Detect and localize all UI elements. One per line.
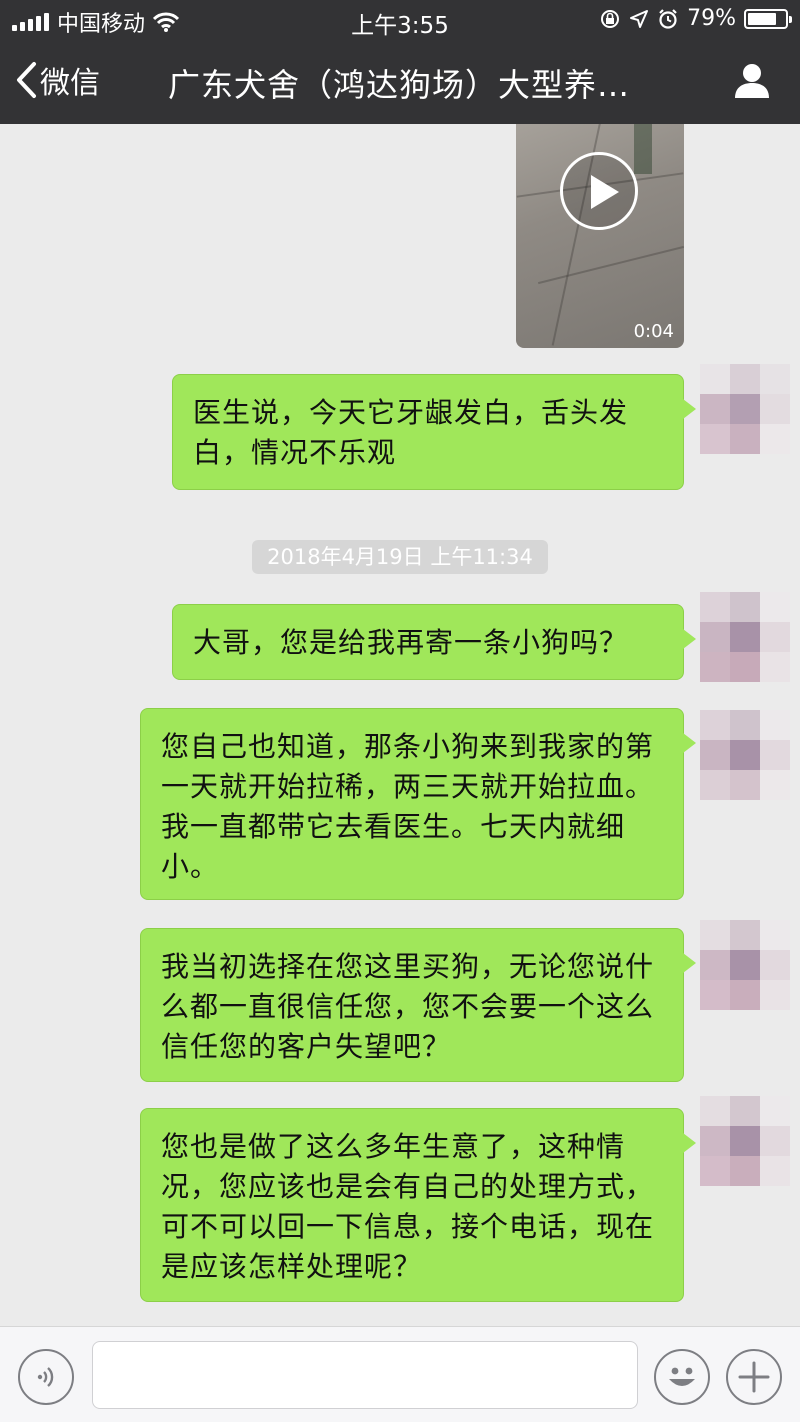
navigation-bar: 微信 广东犬舍（鸿达狗场）大型养…: [0, 40, 800, 124]
chevron-left-icon: [17, 62, 36, 98]
avatar: [700, 124, 792, 174]
back-label: 微信: [40, 66, 100, 101]
message-text: 您自己也知道，那条小狗来到我家的第一天就开始拉稀，两三天就开始拉血。我一直都带它…: [161, 730, 655, 883]
input-bar: [0, 1326, 800, 1422]
back-button[interactable]: 微信: [14, 58, 100, 102]
location-icon: [630, 9, 649, 28]
status-right: 79%: [599, 6, 792, 31]
emoji-button[interactable]: [654, 1349, 710, 1405]
avatar[interactable]: [700, 920, 792, 1030]
top-bar: 中国移动 上午3:55 79% 微信 广东犬舍（鸿达狗场）大型养…: [0, 0, 800, 124]
message-bubble[interactable]: 医生说，今天它牙龈发白，舌头发白，情况不乐观: [172, 374, 696, 490]
message-text: 医生说，今天它牙龈发白，舌头发白，情况不乐观: [193, 396, 629, 469]
battery-icon: [744, 8, 792, 29]
avatar[interactable]: [700, 364, 792, 474]
timestamp: 2018年4月19日 上午11:34: [252, 540, 548, 574]
more-button[interactable]: [726, 1349, 782, 1405]
battery-percent: 79%: [687, 6, 736, 31]
avatar[interactable]: [700, 592, 792, 702]
message-bubble[interactable]: 大哥，您是给我再寄一条小狗吗？: [172, 604, 696, 680]
person-icon: [735, 64, 769, 98]
message-input[interactable]: [92, 1341, 638, 1409]
message-bubble[interactable]: 您自己也知道，那条小狗来到我家的第一天就开始拉稀，两三天就开始拉血。我一直都带它…: [140, 708, 696, 900]
alarm-icon: [659, 8, 677, 29]
emoji-icon: [669, 1367, 695, 1386]
chat-area[interactable]: 0:04 医生说，今天它牙龈发白，舌头发白，情况不乐观 2018年4月19日 上…: [0, 124, 800, 1326]
battery-fill: [748, 12, 777, 25]
message-bubble[interactable]: 我当初选择在您这里买狗，无论您说什么都一直很信任您，您不会要一个这么信任您的客户…: [140, 928, 696, 1082]
chat-title: 广东犬舍（鸿达狗场）大型养…: [168, 66, 631, 104]
message-text: 您也是做了这么多年生意了，这种情况，您应该也是会有自己的处理方式，可不可以回一下…: [161, 1130, 655, 1283]
status-bar: 中国移动 上午3:55 79%: [0, 0, 800, 40]
video-duration: 0:04: [633, 321, 674, 342]
avatar[interactable]: [700, 1096, 792, 1206]
avatar[interactable]: [700, 710, 792, 820]
play-icon[interactable]: [560, 152, 638, 230]
voice-button[interactable]: [18, 1349, 74, 1405]
profile-button[interactable]: [732, 60, 772, 100]
video-message[interactable]: 0:04: [516, 124, 684, 348]
message-text: 我当初选择在您这里买狗，无论您说什么都一直很信任您，您不会要一个这么信任您的客户…: [161, 950, 655, 1063]
plus-icon: [738, 1361, 770, 1393]
voice-icon: [37, 1367, 54, 1387]
message-text: 大哥，您是给我再寄一条小狗吗？: [193, 626, 629, 659]
message-bubble[interactable]: 您也是做了这么多年生意了，这种情况，您应该也是会有自己的处理方式，可不可以回一下…: [140, 1108, 696, 1302]
video-thumbnail-detail: [537, 245, 684, 285]
orientation-lock-icon: [601, 9, 620, 28]
video-thumbnail-detail: [634, 124, 652, 174]
